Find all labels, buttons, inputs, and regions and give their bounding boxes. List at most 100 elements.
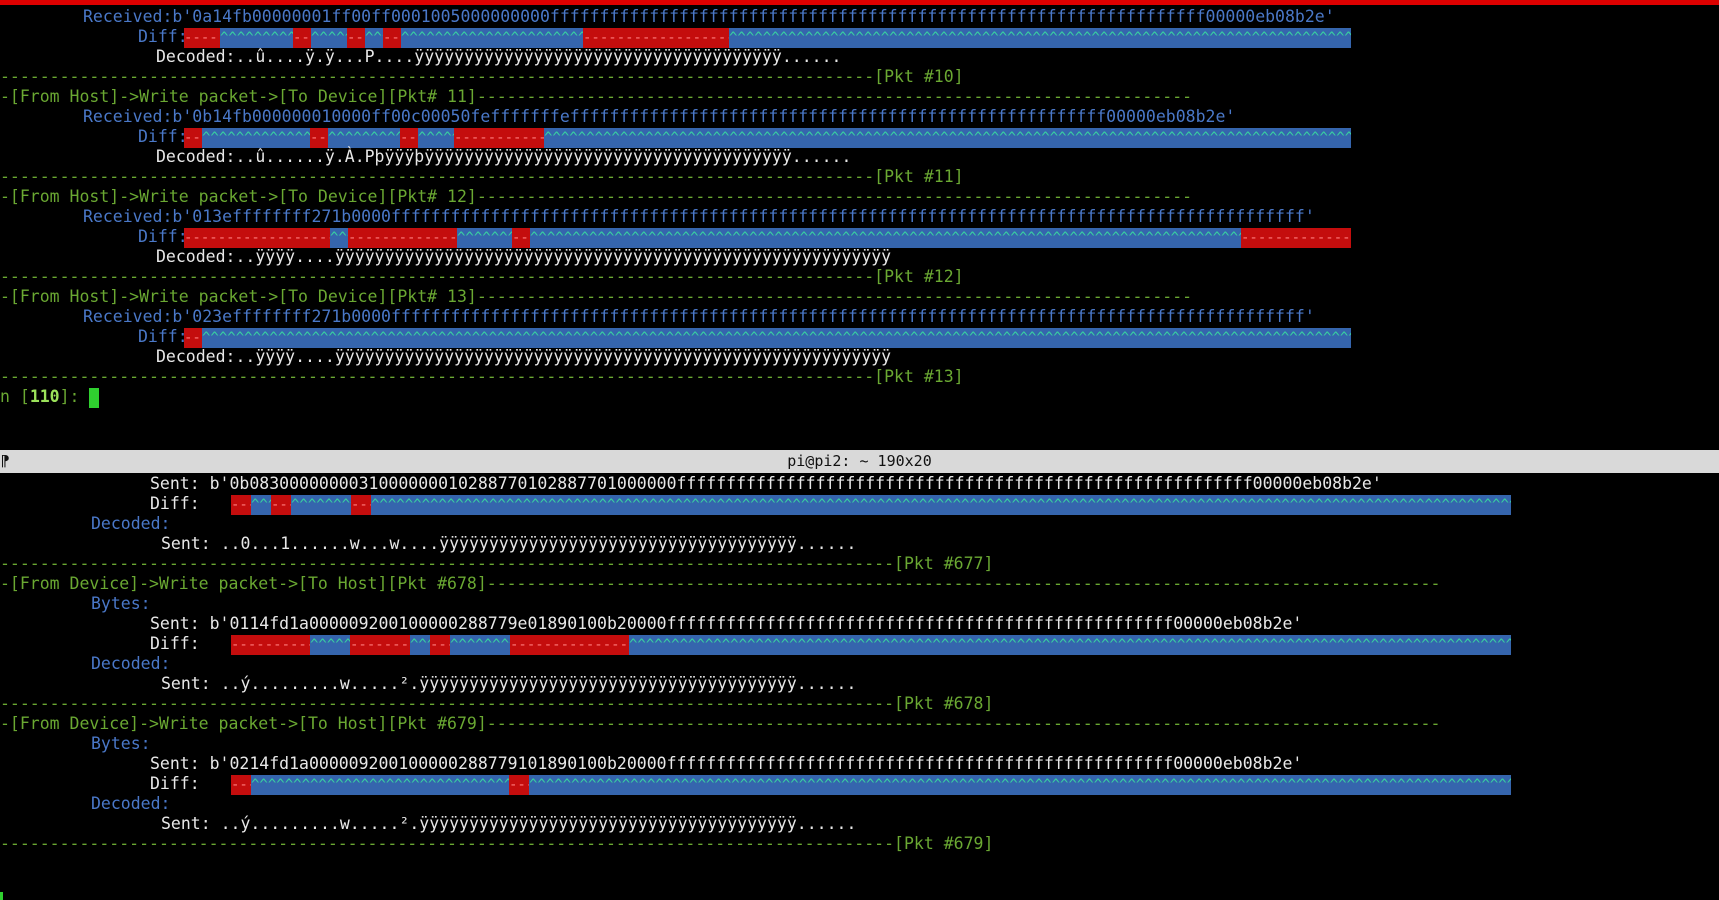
packet-header: -[From Device]->Write packet->[To Host][… [0, 574, 1441, 593]
diff-bar: ----^^^^^^^^^^^^^^^^^^^^^^^^----^^^^^^^^… [184, 128, 1351, 148]
diff-changed-segment: -------------------------------- [184, 228, 330, 248]
decoded-line: Sent: ..ý.........w.....².ÿÿÿÿÿÿÿÿÿÿÿÿÿÿ… [161, 813, 856, 835]
text-cursor[interactable] [89, 387, 100, 408]
diff-changed-segment: ---- [184, 328, 202, 348]
terminal-pane-bottom[interactable]: Sent: b'0b083000000003100000001028877010… [0, 475, 1719, 900]
packet-separator: ----------------------------------------… [0, 167, 964, 186]
decoded-sent-label: Sent: [161, 674, 211, 693]
decoded-label: Decoded: [156, 247, 236, 266]
sent-line: Sent: b'0b083000000003100000001028877010… [150, 475, 1382, 495]
diff-changed-segment: ---- [271, 495, 291, 515]
diff-bar: ----^^^^^^^^^^^^^^^^^^^^^^^^^^^^^^^^^^^^… [184, 328, 1351, 348]
diff-same-segment: ^^^^ [410, 635, 430, 655]
pane-marker-icon: ⁋ [0, 452, 10, 470]
diff-same-segment: ^^^^^^^^^^^^^^^^^^^^^^^^^^^^^^^^^^^^^^^^… [202, 328, 1351, 348]
prompt-prefix: n [ [0, 387, 30, 406]
received-hex: b'023effffffff271b0000ffffffffffffffffff… [172, 307, 1315, 326]
packet-header: -[From Host]->Write packet->[To Device][… [0, 187, 1193, 206]
sent-hex: b'0b083000000003100000001028877010288770… [209, 475, 1382, 493]
received-hex: b'013effffffff271b0000ffffffffffffffffff… [172, 207, 1315, 226]
diff-same-segment: ^^^^ [365, 28, 383, 48]
diff-same-segment: ^^^^^^^^^^^^^^^^^^^^^^^^^^^^^^^^^^^^^^^^… [530, 228, 1241, 248]
diff-label: Diff: [138, 127, 188, 146]
received-hex: b'0b14fb000000010000ff00c00050fefffffffe… [172, 107, 1236, 126]
packet-separator: ----------------------------------------… [0, 67, 964, 86]
diff-same-segment: ^^^^^^^^^^^^^^^^^^^^^^^^^^^^^^^^^^^^^^^^… [544, 128, 1351, 148]
packet-separator: ----------------------------------------… [0, 554, 994, 573]
decoded-value: ..0...1......w...w....ÿÿÿÿÿÿÿÿÿÿÿÿÿÿÿÿÿÿ… [220, 534, 857, 553]
decoded-value: ..ÿÿÿÿ....ÿÿÿÿÿÿÿÿÿÿÿÿÿÿÿÿÿÿÿÿÿÿÿÿÿÿÿÿÿÿ… [235, 347, 892, 366]
diff-changed-segment: ------------------------ [510, 635, 629, 655]
tmux-pane-divider[interactable]: ⁋ pi@pi2: ~ 190x20 [0, 450, 1719, 473]
diff-same-segment: ^^^^ [251, 495, 271, 515]
received-line: Received:b'023effffffff271b0000fffffffff… [83, 306, 1315, 328]
packet-header: -[From Host]->Write packet->[To Device][… [0, 87, 1193, 106]
diff-changed-segment: ---- [430, 635, 450, 655]
diff-changed-segment: ---- [509, 775, 529, 795]
diff-bar: ----------------^^^^^^^^------------^^^^… [231, 635, 1511, 655]
received-label: Received: [83, 207, 173, 226]
decoded-value: ..û......ÿ.À.Pþÿÿÿþÿÿÿÿÿÿÿÿÿÿÿÿÿÿÿÿÿÿÿÿÿ… [235, 147, 852, 166]
prompt-suffix: ]: [59, 387, 90, 406]
diff-changed-segment: ---- [231, 775, 251, 795]
decoded-value: ..ý.........w.....².ÿÿÿÿÿÿÿÿÿÿÿÿÿÿÿÿÿÿÿÿ… [220, 814, 857, 833]
diff-same-segment: ^^^^^^^^^^^^ [450, 635, 510, 655]
diff-same-segment: ^^^^^^^^ [311, 28, 347, 48]
packet-separator: ----------------------------------------… [0, 694, 994, 713]
diff-same-segment: ^^^^^^^^^^^^^^^^^^^^^^^^^^^^^^^^^^^^^^^^… [251, 775, 509, 795]
diff-same-segment: ^^^^^^^^^^^^^^^^ [328, 128, 400, 148]
packet-separator: ----------------------------------------… [0, 834, 994, 853]
decoded-sent-label: Sent: [161, 814, 211, 833]
diff-label: Diff: [150, 494, 200, 513]
sent-line: Sent: b'0214fd1a000009200100000288779101… [150, 753, 1302, 775]
received-hex: b'0a14fb00000001ff00ff0001005000000000ff… [172, 7, 1335, 26]
diff-same-segment: ^^^^^^^^^^^^ [457, 228, 512, 248]
received-label: Received: [83, 307, 173, 326]
diff-changed-segment: ---- [310, 128, 328, 148]
diff-changed-segment: ---- [351, 495, 371, 515]
decoded-label: Decoded: [91, 514, 171, 533]
decoded-value: ..ÿÿÿÿ....ÿÿÿÿÿÿÿÿÿÿÿÿÿÿÿÿÿÿÿÿÿÿÿÿÿÿÿÿÿÿ… [235, 247, 892, 266]
terminal-pane-top[interactable]: Received: b'0a14fb00000001ff00ff000100500… [0, 0, 1719, 450]
decoded-value: ..ý.........w.....².ÿÿÿÿÿÿÿÿÿÿÿÿÿÿÿÿÿÿÿÿ… [220, 674, 857, 693]
sent-label: Sent: [150, 614, 200, 633]
decoded-line: Sent: ..ý.........w.....².ÿÿÿÿÿÿÿÿÿÿÿÿÿÿ… [161, 673, 856, 695]
received-line: Received:b'0a14fb00000001ff00ff000100500… [83, 6, 1335, 28]
pane-title: pi@pi2: ~ 190x20 [787, 452, 932, 470]
decoded-line: Decoded:..ÿÿÿÿ....ÿÿÿÿÿÿÿÿÿÿÿÿÿÿÿÿÿÿÿÿÿÿ… [156, 246, 891, 268]
decoded-label: Decoded: [156, 347, 236, 366]
diff-changed-segment: -------- [184, 28, 220, 48]
decoded-line: Decoded:..ÿÿÿÿ....ÿÿÿÿÿÿÿÿÿÿÿÿÿÿÿÿÿÿÿÿÿÿ… [156, 346, 891, 368]
cursor-remnant [0, 892, 3, 900]
diff-label: Diff: [150, 634, 200, 653]
packet-header: -[From Device]->Write packet->[To Host][… [0, 714, 1441, 733]
diff-label: Diff: [138, 227, 188, 246]
received-line: Received:b'0b14fb000000010000ff00c00050f… [83, 106, 1235, 128]
diff-same-segment: ^^^^^^^^^^^^^^^^ [220, 28, 293, 48]
diff-bar: ----^^^^^^^^^^^^^^^^^^^^^^^^^^^^^^^^^^^^… [231, 775, 1511, 795]
decoded-line: Decoded:..û......ÿ.À.Pþÿÿÿþÿÿÿÿÿÿÿÿÿÿÿÿÿ… [156, 146, 851, 168]
sent-label: Sent: [150, 754, 200, 773]
diff-changed-segment: ---- [400, 128, 418, 148]
diff-changed-segment: ---- [184, 128, 202, 148]
bytes-label: Bytes: [91, 734, 151, 753]
diff-changed-segment: -------------------------------- [583, 28, 729, 48]
decoded-value: ..û....ÿ.ÿ...P....ÿÿÿÿÿÿÿÿÿÿÿÿÿÿÿÿÿÿÿÿÿÿ… [235, 47, 842, 66]
diff-changed-segment: ---- [347, 28, 365, 48]
diff-label: Diff: [138, 27, 188, 46]
sent-hex: b'0214fd1a000009200100000288779101890100… [209, 754, 1303, 773]
diff-changed-segment: ---- [383, 28, 401, 48]
prompt-number: 110 [29, 387, 60, 406]
diff-same-segment: ^^^^^^^^^^^^^^^^^^^^^^^^ [202, 128, 310, 148]
diff-changed-segment: ---------------- [231, 635, 310, 655]
diff-changed-segment: ---- [293, 28, 311, 48]
ipython-prompt[interactable]: n [110]: [0, 386, 100, 408]
received-label: Received: [83, 107, 173, 126]
diff-changed-segment: ---- [512, 228, 530, 248]
diff-changed-segment: -------------------- [454, 128, 544, 148]
sent-hex: b'0114fd1a000009200100000288779e01890100… [209, 614, 1303, 633]
diff-bar: --------------------------------^^^^----… [184, 228, 1351, 248]
packet-separator: ----------------------------------------… [0, 367, 964, 386]
diff-same-segment: ^^^^^^^^^^^^^^^^^^^^^^^^^^^^^^^^^^^^^^^^ [401, 28, 583, 48]
diff-same-segment: ^^^^^^^^^^^^^^^^^^^^^^^^^^^^^^^^^^^^^^^^… [729, 28, 1351, 48]
